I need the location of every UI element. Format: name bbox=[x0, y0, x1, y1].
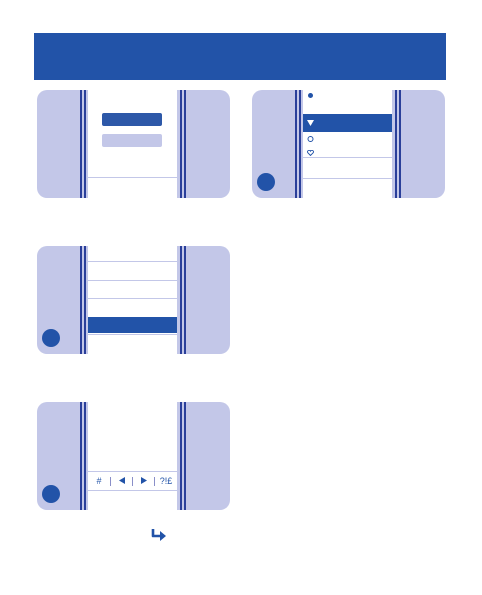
device-edge-line bbox=[80, 90, 82, 198]
triangle-down-icon bbox=[307, 120, 314, 126]
status-dot-icon bbox=[308, 93, 313, 98]
symbols-key[interactable]: ?!£ bbox=[155, 475, 177, 487]
device-screen: # ?!£ bbox=[88, 402, 177, 510]
device-edge-line bbox=[295, 90, 297, 198]
device-edge-line bbox=[80, 246, 82, 354]
device-edge-line bbox=[84, 90, 86, 198]
heart-outline-icon bbox=[307, 150, 314, 156]
list-divider bbox=[303, 178, 392, 179]
cursor-right-key[interactable] bbox=[133, 475, 154, 487]
cursor-left-key[interactable] bbox=[111, 475, 132, 487]
device-screen bbox=[303, 90, 392, 198]
step-indicator-dot bbox=[257, 173, 275, 191]
device-screen bbox=[88, 90, 177, 198]
list-item-selected[interactable] bbox=[303, 114, 392, 132]
list-row-selected[interactable] bbox=[88, 317, 177, 333]
dialog-primary-button[interactable] bbox=[102, 113, 162, 126]
entry-toolbar: # ?!£ bbox=[88, 475, 177, 487]
circle-outline-icon bbox=[307, 136, 314, 142]
dialog-secondary-button[interactable] bbox=[102, 134, 162, 147]
list-divider bbox=[88, 334, 177, 335]
step-indicator-dot bbox=[42, 485, 60, 503]
device-edge-line bbox=[395, 90, 397, 198]
device-edge-line bbox=[84, 246, 86, 354]
step-indicator-dot bbox=[42, 329, 60, 347]
device-illustration-list bbox=[37, 246, 230, 354]
device-illustration-text-entry: # ?!£ bbox=[37, 402, 230, 510]
device-screen bbox=[88, 246, 177, 354]
device-edge-line bbox=[180, 246, 182, 354]
triangle-right-icon bbox=[140, 477, 147, 484]
hash-key[interactable]: # bbox=[88, 475, 110, 487]
device-edge-line bbox=[180, 402, 182, 510]
device-edge-line bbox=[80, 402, 82, 510]
device-edge-line bbox=[180, 90, 182, 198]
device-edge-line bbox=[184, 90, 186, 198]
triangle-left-icon bbox=[118, 477, 125, 484]
list-divider bbox=[303, 157, 392, 158]
device-edge-line bbox=[184, 246, 186, 354]
header-banner bbox=[34, 33, 446, 80]
device-edge-line bbox=[184, 402, 186, 510]
screen-divider bbox=[88, 177, 177, 178]
list-row[interactable] bbox=[88, 261, 177, 280]
screen-divider bbox=[88, 471, 177, 472]
device-illustration-menu bbox=[252, 90, 445, 198]
device-illustration-dialog bbox=[37, 90, 230, 198]
screen-divider bbox=[88, 490, 177, 491]
device-edge-line bbox=[84, 402, 86, 510]
curved-arrow-right-icon bbox=[151, 529, 166, 541]
list-row[interactable] bbox=[88, 280, 177, 299]
device-edge-line bbox=[399, 90, 401, 198]
list-row[interactable] bbox=[88, 298, 177, 317]
device-edge-line bbox=[299, 90, 301, 198]
